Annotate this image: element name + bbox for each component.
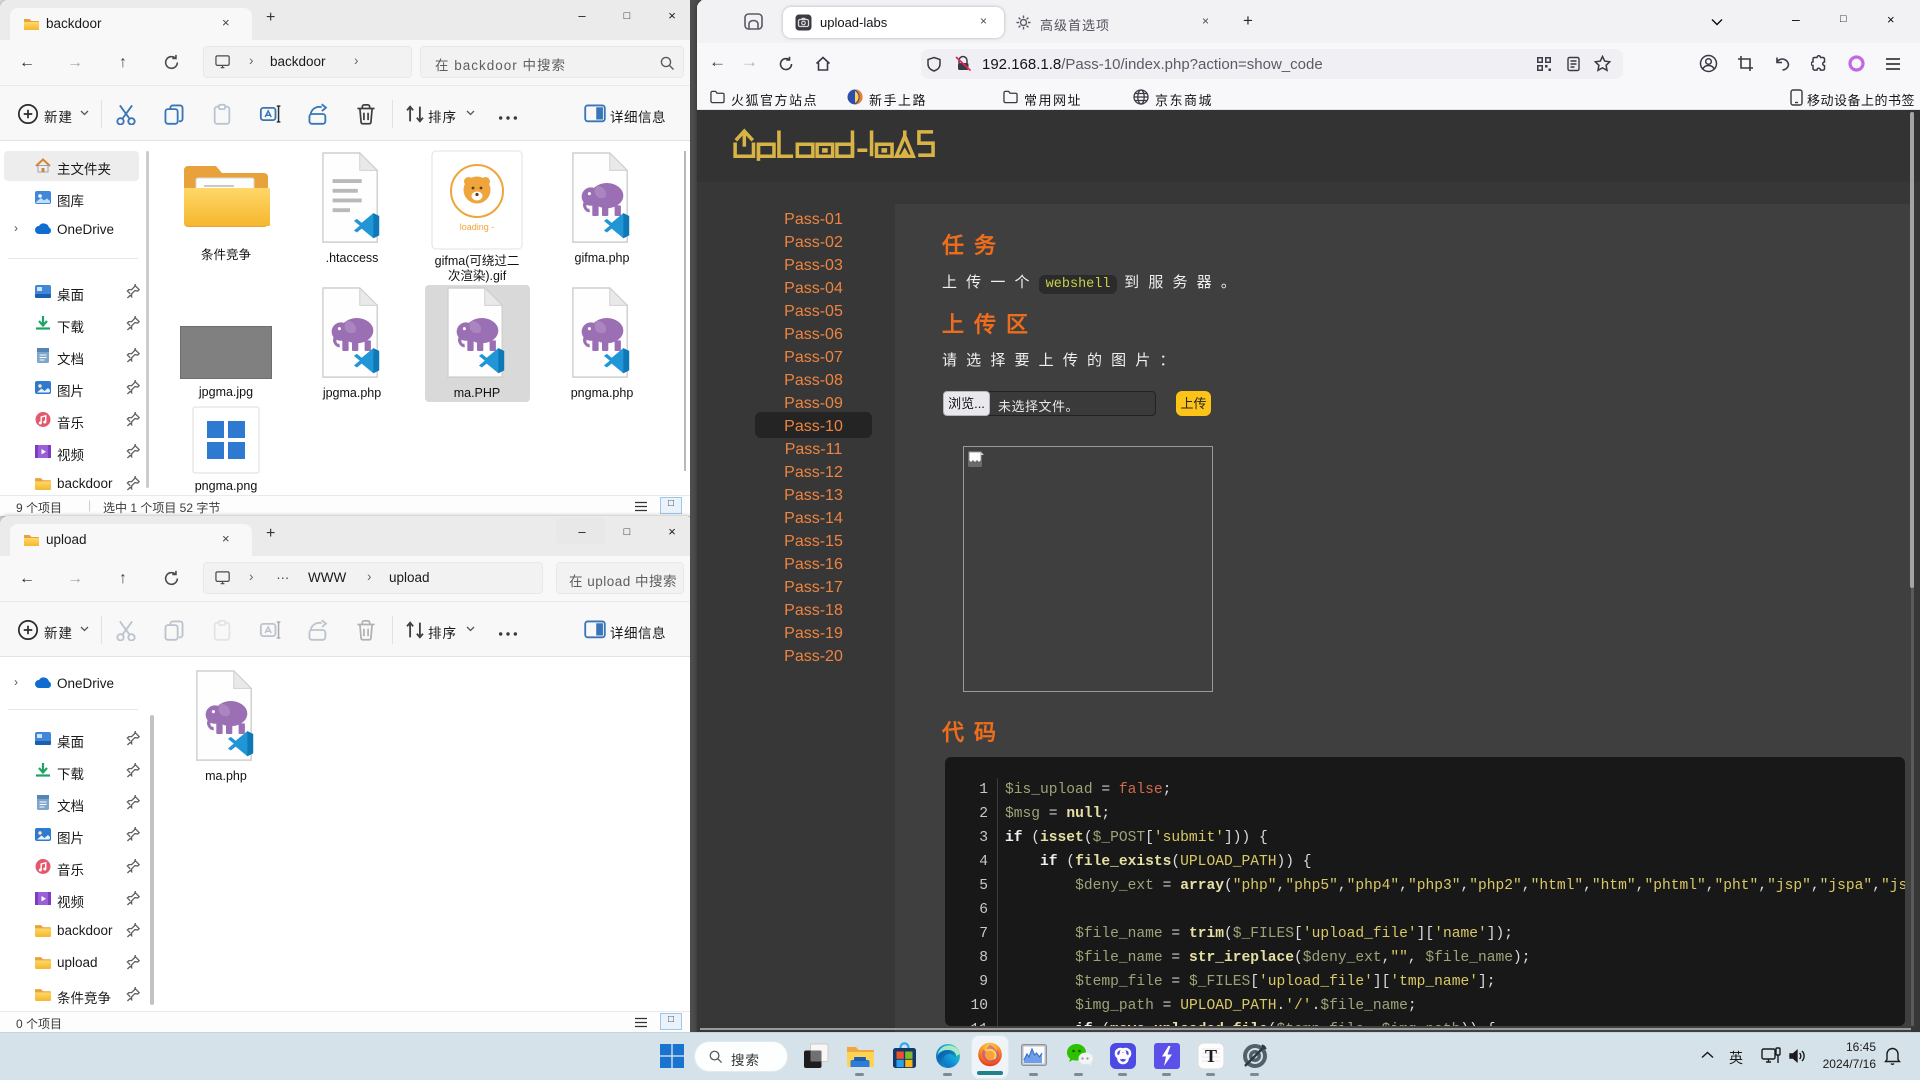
svg-text:loading -: loading - bbox=[460, 222, 495, 232]
svg-text:T: T bbox=[1205, 1046, 1217, 1066]
